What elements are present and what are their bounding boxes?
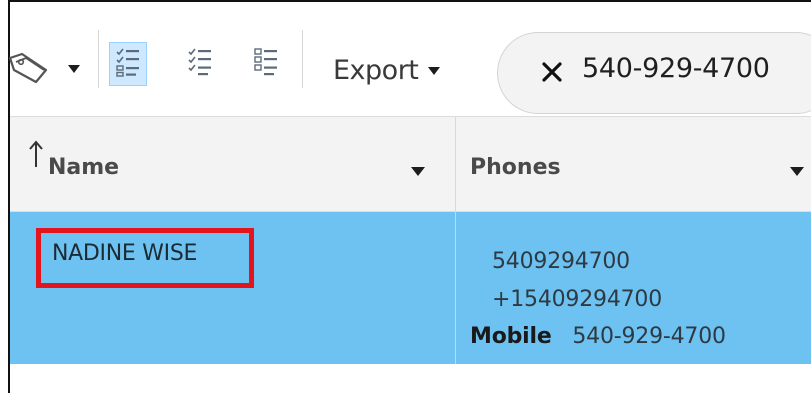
column-header-phones[interactable]: Phones <box>456 117 811 213</box>
name-cell[interactable]: NADINE WISE <box>10 212 456 364</box>
phone-number: 540-929-4700 <box>572 324 726 349</box>
table-row[interactable]: NADINE WISE 5409294700 +15409294700 Mobi… <box>10 212 811 364</box>
phone-number: +15409294700 <box>492 287 663 312</box>
phones-cell[interactable]: 5409294700 +15409294700 Mobile 540-929-4… <box>456 212 811 364</box>
contacts-grid: Name Phones NADINE WISE 5409294700 +1540… <box>10 116 811 364</box>
column-label-name: Name <box>48 155 120 180</box>
toolbar-separator <box>98 30 99 88</box>
export-label: Export <box>333 54 419 86</box>
view-checklist-alt-button[interactable] <box>181 42 219 86</box>
close-icon[interactable] <box>540 60 564 84</box>
toolbar: Export 540-929-4700 <box>8 2 811 116</box>
grid-header: Name Phones <box>10 116 811 213</box>
export-button[interactable]: Export <box>333 52 441 88</box>
chevron-down-icon <box>68 65 80 73</box>
column-header-name[interactable]: Name <box>10 117 456 213</box>
phone-entry-mobile: Mobile 540-929-4700 <box>470 324 726 349</box>
chevron-down-icon[interactable] <box>790 167 804 176</box>
tag-dropdown-button[interactable] <box>8 48 96 88</box>
sort-ascending-icon <box>28 139 44 169</box>
checklist-view-icon <box>116 47 140 81</box>
chevron-down-icon[interactable] <box>411 167 425 176</box>
checklist-alt-view-icon <box>188 47 212 81</box>
view-checklist-button[interactable] <box>109 42 147 86</box>
phone-type-label: Mobile <box>470 324 552 349</box>
search-box[interactable]: 540-929-4700 <box>497 32 811 114</box>
view-list-button[interactable] <box>247 42 285 86</box>
tag-icon <box>8 52 50 84</box>
contact-name: NADINE WISE <box>52 241 198 266</box>
toolbar-separator <box>302 30 303 88</box>
search-input[interactable]: 540-929-4700 <box>582 53 770 84</box>
column-label-phones: Phones <box>470 155 561 180</box>
list-view-icon <box>254 47 278 81</box>
chevron-down-icon <box>428 67 441 75</box>
phone-number: 5409294700 <box>492 249 630 274</box>
